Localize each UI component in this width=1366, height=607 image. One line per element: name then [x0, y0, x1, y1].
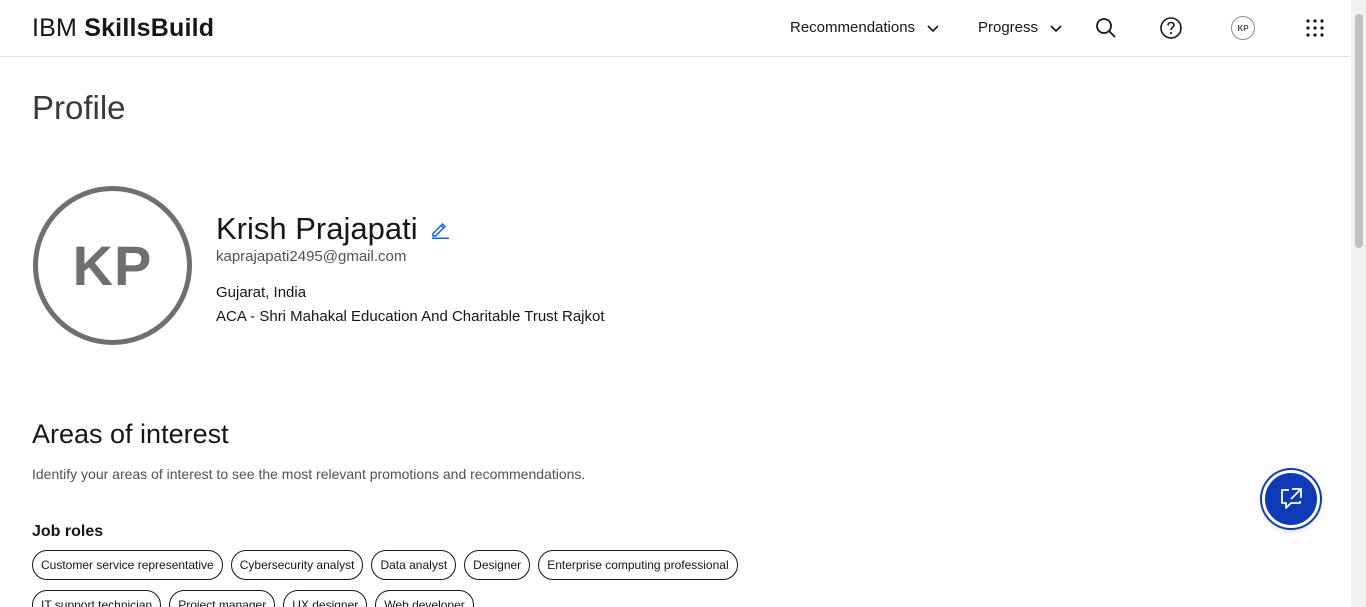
job-role-tag[interactable]: Data analyst	[371, 550, 457, 580]
profile-email: kaprajapati2495@gmail.com	[216, 248, 407, 265]
search-icon	[1096, 18, 1116, 38]
job-role-tag[interactable]: Cybersecurity analyst	[230, 550, 364, 580]
brand-prefix: IBM	[32, 14, 78, 42]
page-title: Profile	[32, 89, 126, 126]
profile-avatar: KP	[33, 186, 192, 345]
edit-icon[interactable]	[430, 219, 450, 239]
profile-name: Krish Prajapati	[216, 211, 418, 246]
job-roles-title: Job roles	[32, 523, 104, 540]
nav-progress[interactable]: Progress	[978, 17, 1064, 39]
areas-of-interest-title: Areas of interest	[32, 419, 229, 449]
nav-recommendations-label: Recommendations	[790, 19, 916, 36]
nav-progress-label: Progress	[978, 19, 1039, 36]
chat-launch-button[interactable]	[1262, 470, 1320, 528]
scrollbar-thumb[interactable]	[1355, 14, 1363, 248]
job-roles-row-1: Customer service representative Cybersec…	[32, 550, 1032, 580]
job-role-tag[interactable]: UX designer	[283, 590, 368, 607]
help-button[interactable]	[1155, 12, 1187, 44]
job-role-tag[interactable]: Enterprise computing professional	[538, 550, 738, 580]
job-role-tag[interactable]: Designer	[464, 550, 531, 580]
job-role-tag[interactable]: Customer service representative	[32, 550, 223, 580]
profile-organization: ACA - Shri Mahakal Education And Charita…	[216, 308, 605, 325]
nav-recommendations[interactable]: Recommendations	[790, 17, 941, 39]
user-avatar-button[interactable]: KP	[1227, 12, 1259, 44]
job-role-tag[interactable]: IT support technician	[32, 590, 162, 607]
profile-name-row: Krish Prajapati	[216, 210, 450, 248]
top-header: IBM SkillsBuild Recommendations Progress…	[0, 0, 1351, 57]
brand-name: SkillsBuild	[84, 14, 215, 42]
chevron-down-icon	[927, 25, 939, 33]
help-icon	[1160, 17, 1182, 39]
app-switcher-icon	[1306, 19, 1324, 37]
chevron-down-icon	[1050, 25, 1062, 33]
profile-avatar-initials: KP	[72, 234, 153, 297]
search-button[interactable]	[1090, 12, 1122, 44]
job-roles-row-2: IT support technician Project manager UX…	[32, 590, 1032, 607]
job-role-tag[interactable]: Web developer	[375, 590, 474, 607]
brand-logo[interactable]: IBM SkillsBuild	[32, 13, 214, 43]
job-role-tag[interactable]: Project manager	[169, 590, 276, 607]
app-switcher-button[interactable]	[1299, 12, 1331, 44]
page-scrollbar[interactable]	[1351, 0, 1366, 607]
profile-location: Gujarat, India	[216, 284, 307, 301]
avatar: KP	[1231, 16, 1255, 40]
areas-of-interest-description: Identify your areas of interest to see t…	[32, 466, 586, 482]
chat-launch-icon	[1281, 488, 1302, 509]
